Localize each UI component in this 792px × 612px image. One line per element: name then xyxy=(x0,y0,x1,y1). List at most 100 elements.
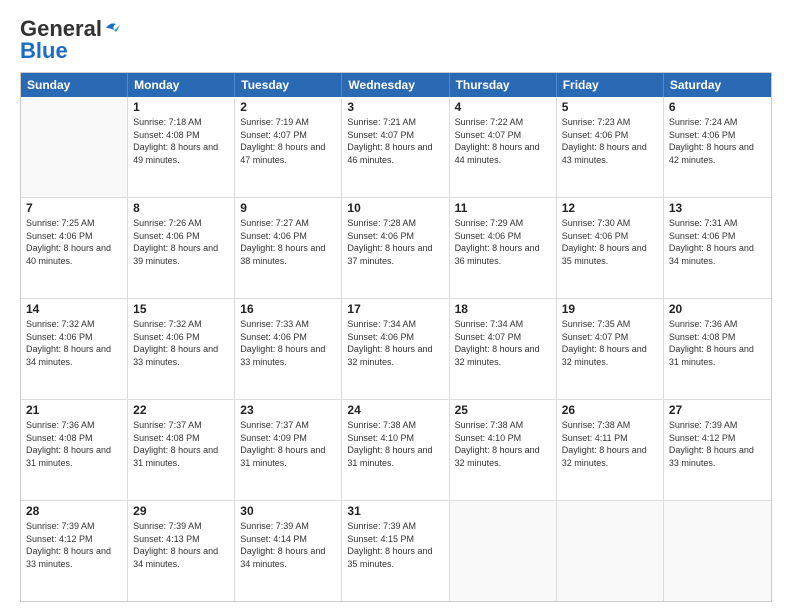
cell-details: Sunrise: 7:33 AMSunset: 4:06 PMDaylight:… xyxy=(240,318,336,368)
calendar: SundayMondayTuesdayWednesdayThursdayFrid… xyxy=(20,72,772,602)
cell-details: Sunrise: 7:21 AMSunset: 4:07 PMDaylight:… xyxy=(347,116,443,166)
calendar-cell: 16Sunrise: 7:33 AMSunset: 4:06 PMDayligh… xyxy=(235,299,342,399)
calendar-cell xyxy=(450,501,557,601)
calendar-cell: 27Sunrise: 7:39 AMSunset: 4:12 PMDayligh… xyxy=(664,400,771,500)
day-number: 15 xyxy=(133,302,229,316)
cell-details: Sunrise: 7:37 AMSunset: 4:09 PMDaylight:… xyxy=(240,419,336,469)
calendar-cell xyxy=(21,97,128,197)
calendar-cell: 2 Sunrise: 7:19 AMSunset: 4:07 PMDaylight… xyxy=(235,97,342,197)
cell-details: Sunrise: 7:27 AMSunset: 4:06 PMDaylight:… xyxy=(240,217,336,267)
day-number: 31 xyxy=(347,504,443,518)
calendar-cell: 24 Sunrise: 7:38 AMSunset: 4:10 PMDayligh… xyxy=(342,400,449,500)
logo-text: General Blue xyxy=(20,18,102,62)
calendar-cell: 29Sunrise: 7:39 AMSunset: 4:13 PMDayligh… xyxy=(128,501,235,601)
cell-details: Sunrise: 7:24 AMSunset: 4:06 PMDaylight:… xyxy=(669,116,766,166)
day-number: 3 xyxy=(347,100,443,114)
day-number: 27 xyxy=(669,403,766,417)
cell-details: Sunrise: 7:22 AMSunset: 4:07 PMDaylight:… xyxy=(455,116,551,166)
day-number: 23 xyxy=(240,403,336,417)
logo-bird-icon xyxy=(98,20,120,42)
calendar-header-cell: Friday xyxy=(557,73,664,97)
day-number: 21 xyxy=(26,403,122,417)
calendar-cell: 1 Sunrise: 7:18 AMSunset: 4:08 PMDaylight… xyxy=(128,97,235,197)
header: General Blue xyxy=(20,18,772,62)
calendar-cell: 11 Sunrise: 7:29 AMSunset: 4:06 PMDayligh… xyxy=(450,198,557,298)
cell-details: Sunrise: 7:37 AMSunset: 4:08 PMDaylight:… xyxy=(133,419,229,469)
cell-details: Sunrise: 7:32 AMSunset: 4:06 PMDaylight:… xyxy=(133,318,229,368)
cell-details: Sunrise: 7:32 AMSunset: 4:06 PMDaylight:… xyxy=(26,318,122,368)
calendar-cell: 25 Sunrise: 7:38 AMSunset: 4:10 PMDayligh… xyxy=(450,400,557,500)
day-number: 9 xyxy=(240,201,336,215)
calendar-header-cell: Wednesday xyxy=(342,73,449,97)
day-number: 26 xyxy=(562,403,658,417)
calendar-week: 7Sunrise: 7:25 AMSunset: 4:06 PMDaylight… xyxy=(21,198,771,299)
cell-details: Sunrise: 7:38 AMSunset: 4:11 PMDaylight:… xyxy=(562,419,658,469)
calendar-cell xyxy=(664,501,771,601)
cell-details: Sunrise: 7:38 AMSunset: 4:10 PMDaylight:… xyxy=(347,419,443,469)
calendar-cell: 12 Sunrise: 7:30 AMSunset: 4:06 PMDayligh… xyxy=(557,198,664,298)
calendar-cell: 6 Sunrise: 7:24 AMSunset: 4:06 PMDaylight… xyxy=(664,97,771,197)
calendar-cell: 23 Sunrise: 7:37 AMSunset: 4:09 PMDayligh… xyxy=(235,400,342,500)
cell-details: Sunrise: 7:34 AMSunset: 4:07 PMDaylight:… xyxy=(455,318,551,368)
cell-details: Sunrise: 7:31 AMSunset: 4:06 PMDaylight:… xyxy=(669,217,766,267)
day-number: 11 xyxy=(455,201,551,215)
cell-details: Sunrise: 7:29 AMSunset: 4:06 PMDaylight:… xyxy=(455,217,551,267)
calendar-cell: 31 Sunrise: 7:39 AMSunset: 4:15 PMDayligh… xyxy=(342,501,449,601)
calendar-cell: 17 Sunrise: 7:34 AMSunset: 4:06 PMDayligh… xyxy=(342,299,449,399)
day-number: 24 xyxy=(347,403,443,417)
cell-details: Sunrise: 7:39 AMSunset: 4:15 PMDaylight:… xyxy=(347,520,443,570)
day-number: 1 xyxy=(133,100,229,114)
cell-details: Sunrise: 7:39 AMSunset: 4:12 PMDaylight:… xyxy=(26,520,122,570)
cell-details: Sunrise: 7:38 AMSunset: 4:10 PMDaylight:… xyxy=(455,419,551,469)
calendar-header-cell: Thursday xyxy=(450,73,557,97)
calendar-week: 1 Sunrise: 7:18 AMSunset: 4:08 PMDaylight… xyxy=(21,97,771,198)
calendar-week: 14 Sunrise: 7:32 AMSunset: 4:06 PMDayligh… xyxy=(21,299,771,400)
cell-details: Sunrise: 7:36 AMSunset: 4:08 PMDaylight:… xyxy=(669,318,766,368)
calendar-cell: 21 Sunrise: 7:36 AMSunset: 4:08 PMDayligh… xyxy=(21,400,128,500)
calendar-header-cell: Sunday xyxy=(21,73,128,97)
day-number: 6 xyxy=(669,100,766,114)
calendar-header: SundayMondayTuesdayWednesdayThursdayFrid… xyxy=(21,73,771,97)
cell-details: Sunrise: 7:30 AMSunset: 4:06 PMDaylight:… xyxy=(562,217,658,267)
cell-details: Sunrise: 7:35 AMSunset: 4:07 PMDaylight:… xyxy=(562,318,658,368)
day-number: 8 xyxy=(133,201,229,215)
day-number: 29 xyxy=(133,504,229,518)
day-number: 25 xyxy=(455,403,551,417)
day-number: 14 xyxy=(26,302,122,316)
calendar-cell: 20 Sunrise: 7:36 AMSunset: 4:08 PMDayligh… xyxy=(664,299,771,399)
calendar-cell: 7Sunrise: 7:25 AMSunset: 4:06 PMDaylight… xyxy=(21,198,128,298)
day-number: 28 xyxy=(26,504,122,518)
cell-details: Sunrise: 7:39 AMSunset: 4:14 PMDaylight:… xyxy=(240,520,336,570)
day-number: 4 xyxy=(455,100,551,114)
calendar-cell: 10 Sunrise: 7:28 AMSunset: 4:06 PMDayligh… xyxy=(342,198,449,298)
calendar-week: 21 Sunrise: 7:36 AMSunset: 4:08 PMDayligh… xyxy=(21,400,771,501)
day-number: 22 xyxy=(133,403,229,417)
day-number: 12 xyxy=(562,201,658,215)
cell-details: Sunrise: 7:23 AMSunset: 4:06 PMDaylight:… xyxy=(562,116,658,166)
calendar-cell: 9 Sunrise: 7:27 AMSunset: 4:06 PMDaylight… xyxy=(235,198,342,298)
calendar-week: 28 Sunrise: 7:39 AMSunset: 4:12 PMDayligh… xyxy=(21,501,771,601)
cell-details: Sunrise: 7:28 AMSunset: 4:06 PMDaylight:… xyxy=(347,217,443,267)
day-number: 2 xyxy=(240,100,336,114)
day-number: 10 xyxy=(347,201,443,215)
calendar-cell: 28 Sunrise: 7:39 AMSunset: 4:12 PMDayligh… xyxy=(21,501,128,601)
cell-details: Sunrise: 7:19 AMSunset: 4:07 PMDaylight:… xyxy=(240,116,336,166)
calendar-cell: 15 Sunrise: 7:32 AMSunset: 4:06 PMDayligh… xyxy=(128,299,235,399)
calendar-cell: 3 Sunrise: 7:21 AMSunset: 4:07 PMDaylight… xyxy=(342,97,449,197)
day-number: 20 xyxy=(669,302,766,316)
cell-details: Sunrise: 7:18 AMSunset: 4:08 PMDaylight:… xyxy=(133,116,229,166)
day-number: 17 xyxy=(347,302,443,316)
calendar-cell: 13 Sunrise: 7:31 AMSunset: 4:06 PMDayligh… xyxy=(664,198,771,298)
cell-details: Sunrise: 7:36 AMSunset: 4:08 PMDaylight:… xyxy=(26,419,122,469)
cell-details: Sunrise: 7:34 AMSunset: 4:06 PMDaylight:… xyxy=(347,318,443,368)
day-number: 7 xyxy=(26,201,122,215)
calendar-cell: 5 Sunrise: 7:23 AMSunset: 4:06 PMDaylight… xyxy=(557,97,664,197)
calendar-cell: 30 Sunrise: 7:39 AMSunset: 4:14 PMDayligh… xyxy=(235,501,342,601)
day-number: 30 xyxy=(240,504,336,518)
calendar-cell: 4 Sunrise: 7:22 AMSunset: 4:07 PMDaylight… xyxy=(450,97,557,197)
calendar-cell: 18Sunrise: 7:34 AMSunset: 4:07 PMDayligh… xyxy=(450,299,557,399)
day-number: 13 xyxy=(669,201,766,215)
calendar-cell xyxy=(557,501,664,601)
day-number: 5 xyxy=(562,100,658,114)
calendar-cell: 26 Sunrise: 7:38 AMSunset: 4:11 PMDayligh… xyxy=(557,400,664,500)
